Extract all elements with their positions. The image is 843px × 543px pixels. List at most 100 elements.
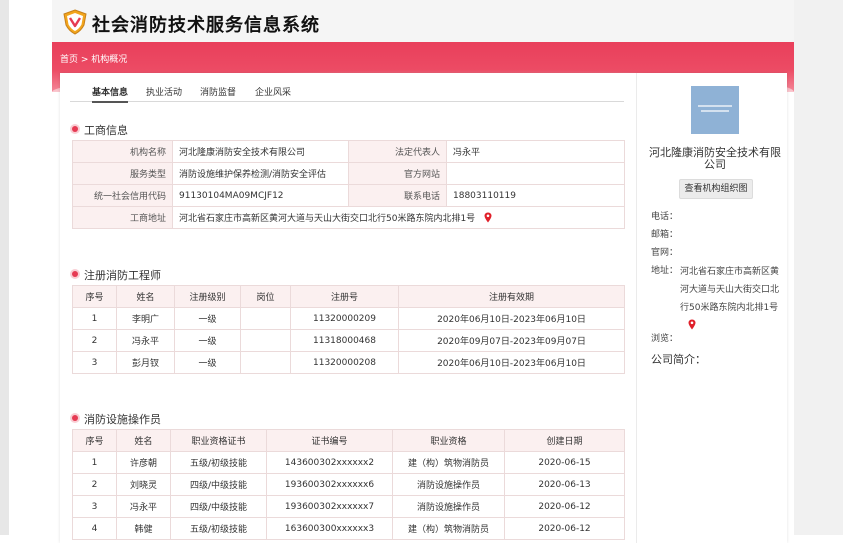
table-header-row: 序号 姓名 注册级别 岗位 注册号 注册有效期	[72, 285, 625, 308]
cell-reg-no: 11320000208	[290, 351, 399, 374]
cell-level: 一级	[174, 307, 241, 330]
business-info-title: 工商信息	[72, 122, 128, 138]
website-value[interactable]	[446, 162, 625, 185]
business-info-table: 机构名称 河北隆康消防安全技术有限公司 法定代表人 冯永平 服务类型 消防设施维…	[72, 140, 625, 229]
cell-index: 2	[72, 329, 117, 352]
cell-index: 3	[72, 495, 117, 518]
cell-index: 3	[72, 351, 117, 374]
phone-label: 联系电话	[348, 184, 447, 207]
cell-index: 2	[72, 473, 117, 496]
cell-certificate: 四级/中级技能	[170, 495, 267, 518]
org-name-value: 河北隆康消防安全技术有限公司	[172, 140, 349, 163]
cell-name: 李明广	[116, 307, 175, 330]
cell-index: 4	[72, 517, 117, 540]
cell-validity: 2020年06月10日-2023年06月10日	[398, 307, 625, 330]
cell-name: 许彦朝	[116, 451, 171, 474]
column-header: 姓名	[116, 285, 175, 308]
org-sidebar: 河北隆康消防安全技术有限公司 查看机构组织图 电话： 邮箱： 官网： 地址： 河…	[636, 73, 788, 543]
org-logo-text-line	[701, 110, 729, 112]
column-header: 证书编号	[266, 429, 393, 452]
address-cell: 河北省石家庄市高新区黄河大道与天山大街交口北行50米路东院内北排1号	[172, 206, 625, 229]
sidebar-address-value: 河北省石家庄市高新区黄河大道与天山大街交口北行50米路东院内北排1号	[680, 263, 780, 335]
website-label: 官方网站	[348, 162, 447, 185]
tab-practice-activities[interactable]: 执业活动	[146, 85, 182, 98]
table-header-row: 序号 姓名 职业资格证书 证书编号 职业资格 创建日期	[72, 429, 625, 452]
cell-index: 1	[72, 307, 117, 330]
cell-reg-no: 11320000209	[290, 307, 399, 330]
engineers-table: 序号 姓名 注册级别 岗位 注册号 注册有效期 1 李明广 一级 1132000…	[72, 285, 625, 374]
tab-bar: 基本信息 执业活动 消防监督 企业风采	[70, 83, 624, 103]
table-row: 工商地址 河北省石家庄市高新区黄河大道与天山大街交口北行50米路东院内北排1号	[72, 206, 625, 229]
tab-basic-info[interactable]: 基本信息	[92, 85, 129, 103]
section-bullet-icon	[72, 126, 78, 132]
phone-value: 18803110119	[446, 184, 625, 207]
cell-qualification: 建（构）筑物消防员	[392, 517, 505, 540]
cell-qualification: 建（构）筑物消防员	[392, 451, 505, 474]
breadcrumb-current: 机构概况	[91, 55, 128, 65]
cell-cert-no: 143600302xxxxxx2	[266, 451, 393, 474]
address-value: 河北省石家庄市高新区黄河大道与天山大街交口北行50米路东院内北排1号	[179, 214, 476, 224]
table-row: 2 冯永平 一级 11318000468 2020年09月07日-2023年09…	[72, 329, 625, 352]
table-row: 1 许彦朝 五级/初级技能 143600302xxxxxx2 建（构）筑物消防员…	[72, 451, 625, 474]
address-label: 工商地址	[72, 206, 173, 229]
cell-created-date: 2020-06-15	[504, 451, 625, 474]
map-pin-icon[interactable]	[688, 319, 696, 330]
cell-cert-no: 193600302xxxxxx6	[266, 473, 393, 496]
breadcrumb-separator: >	[78, 55, 92, 65]
site-header: 社会消防技术服务信息系统	[52, 0, 794, 42]
sidebar-website-label: 官网：	[651, 248, 679, 258]
cell-qualification: 消防设施操作员	[392, 473, 505, 496]
tab-company-style[interactable]: 企业风采	[255, 85, 291, 98]
column-header: 序号	[72, 285, 117, 308]
company-intro-label: 公司简介：	[651, 353, 706, 366]
breadcrumb: 首页 > 机构概况	[60, 52, 127, 65]
map-pin-icon[interactable]	[484, 212, 492, 223]
org-profile-card: 基本信息 执业活动 消防监督 企业风采 工商信息 机构名称 河北隆康消防安全技术…	[60, 73, 787, 543]
table-row: 3 彭月钗 一级 11320000208 2020年06月10日-2023年06…	[72, 351, 625, 374]
tab-fire-supervision[interactable]: 消防监督	[200, 85, 236, 98]
table-row: 4 韩健 五级/初级技能 163600300xxxxxx3 建（构）筑物消防员 …	[72, 517, 625, 540]
sidebar-address-label: 地址：	[651, 266, 679, 276]
column-header: 岗位	[240, 285, 291, 308]
table-row: 1 李明广 一级 11320000209 2020年06月10日-2023年06…	[72, 307, 625, 330]
table-row: 服务类型 消防设施维护保养检测/消防安全评估 官方网站	[72, 162, 625, 185]
column-header: 姓名	[116, 429, 171, 452]
cell-cert-no: 193600302xxxxxx7	[266, 495, 393, 518]
org-logo-text-line	[698, 105, 732, 107]
table-row: 2 刘晓灵 四级/中级技能 193600302xxxxxx6 消防设施操作员 2…	[72, 473, 625, 496]
cell-created-date: 2020-06-12	[504, 517, 625, 540]
cell-created-date: 2020-06-12	[504, 495, 625, 518]
cell-name: 韩健	[116, 517, 171, 540]
org-name-label: 机构名称	[72, 140, 173, 163]
cell-name: 刘晓灵	[116, 473, 171, 496]
sidebar-views-label: 浏览：	[651, 334, 679, 344]
cell-index: 1	[72, 451, 117, 474]
service-type-value: 消防设施维护保养检测/消防安全评估	[172, 162, 349, 185]
column-header: 序号	[72, 429, 117, 452]
legal-rep-value: 冯永平	[446, 140, 625, 163]
sidebar-email-label: 邮箱：	[651, 230, 679, 240]
cell-cert-no: 163600300xxxxxx3	[266, 517, 393, 540]
credit-code-value: 91130104MA09MCJF12	[172, 184, 349, 207]
sidebar-phone-label: 电话：	[651, 212, 679, 222]
cell-name: 冯永平	[116, 495, 171, 518]
breadcrumb-home-link[interactable]: 首页	[60, 55, 78, 65]
view-org-chart-button[interactable]: 查看机构组织图	[679, 179, 753, 199]
cell-name: 冯永平	[116, 329, 175, 352]
column-header: 注册级别	[174, 285, 241, 308]
page-right-margin	[794, 0, 843, 535]
column-header: 注册有效期	[398, 285, 625, 308]
table-row: 机构名称 河北隆康消防安全技术有限公司 法定代表人 冯永平	[72, 140, 625, 163]
cell-level: 一级	[174, 329, 241, 352]
legal-rep-label: 法定代表人	[348, 140, 447, 163]
service-type-label: 服务类型	[72, 162, 173, 185]
cell-certificate: 四级/中级技能	[170, 473, 267, 496]
cell-name: 彭月钗	[116, 351, 175, 374]
cell-certificate: 五级/初级技能	[170, 451, 267, 474]
credit-code-label: 统一社会信用代码	[72, 184, 173, 207]
column-header: 职业资格证书	[170, 429, 267, 452]
cell-reg-no: 11318000468	[290, 329, 399, 352]
shield-logo-icon	[63, 9, 87, 35]
section-bullet-icon	[72, 271, 78, 277]
cell-post	[240, 307, 291, 330]
